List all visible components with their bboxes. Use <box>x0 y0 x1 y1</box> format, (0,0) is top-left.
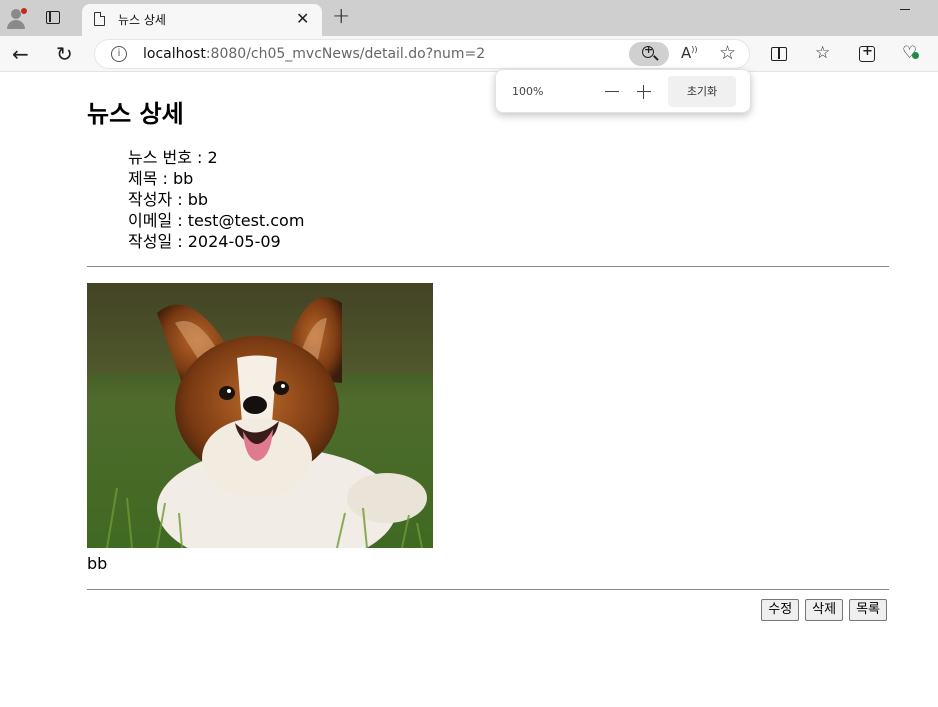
browser-essentials-icon[interactable]: ♡ <box>902 43 919 63</box>
news-title: 제목 : bb <box>128 169 194 188</box>
back-arrow-icon[interactable]: ← <box>12 42 29 66</box>
news-image <box>87 283 433 548</box>
news-date: 작성일 : 2024-05-09 <box>128 232 281 251</box>
address-bar[interactable]: i localhost:8080/ch05_mvcNews/detail.do?… <box>94 39 750 69</box>
page-icon <box>94 12 105 26</box>
page-title: 뉴스 상세 <box>87 100 184 128</box>
divider-top <box>87 266 889 267</box>
browser-toolbar: ← ↻ i localhost:8080/ch05_mvcNews/detail… <box>0 36 938 72</box>
tab-title: 뉴스 상세 <box>118 13 166 27</box>
site-info-icon[interactable]: i <box>111 46 127 62</box>
tab-strip: 뉴스 상세 ✕ + <box>0 0 938 36</box>
split-screen-icon[interactable] <box>771 47 787 61</box>
zoom-level: 100% <box>512 85 544 98</box>
profile-icon[interactable] <box>6 8 27 29</box>
zoom-reset-button[interactable]: 초기화 <box>668 76 736 107</box>
reload-icon[interactable]: ↻ <box>56 42 73 66</box>
news-number: 뉴스 번호 : 2 <box>128 148 218 167</box>
zoom-popup: 100% 초기화 <box>495 69 751 113</box>
url-text[interactable]: localhost:8080/ch05_mvcNews/detail.do?nu… <box>143 46 485 62</box>
action-buttons: 수정 삭제 목록 <box>761 599 887 621</box>
zoom-icon[interactable] <box>629 42 669 66</box>
read-aloud-icon[interactable]: A)) <box>681 44 698 62</box>
news-email: 이메일 : test@test.com <box>128 211 305 230</box>
close-tab-icon[interactable]: ✕ <box>296 9 309 28</box>
news-writer: 작성자 : bb <box>128 190 209 209</box>
delete-button[interactable]: 삭제 <box>805 599 844 621</box>
list-button[interactable]: 목록 <box>849 599 887 621</box>
edit-button[interactable]: 수정 <box>761 599 800 621</box>
url-path: :8080/ch05_mvcNews/detail.do?num=2 <box>205 46 486 62</box>
tab-actions-icon[interactable] <box>46 11 60 24</box>
news-info-list: 뉴스 번호 : 2 제목 : bb 작성자 : bb 이메일 : test@te… <box>128 147 304 252</box>
new-tab-icon[interactable]: + <box>332 4 350 29</box>
favorite-star-icon[interactable]: ☆ <box>719 42 736 64</box>
collections-icon[interactable] <box>859 44 875 62</box>
divider-bottom <box>87 589 889 590</box>
favorites-icon[interactable]: ☆ <box>815 43 830 63</box>
url-host: localhost <box>143 46 206 62</box>
news-content: bb <box>87 554 108 573</box>
zoom-out-icon[interactable] <box>605 91 619 93</box>
minimize-window-icon[interactable] <box>900 9 910 11</box>
browser-tab[interactable]: 뉴스 상세 ✕ <box>82 4 322 36</box>
